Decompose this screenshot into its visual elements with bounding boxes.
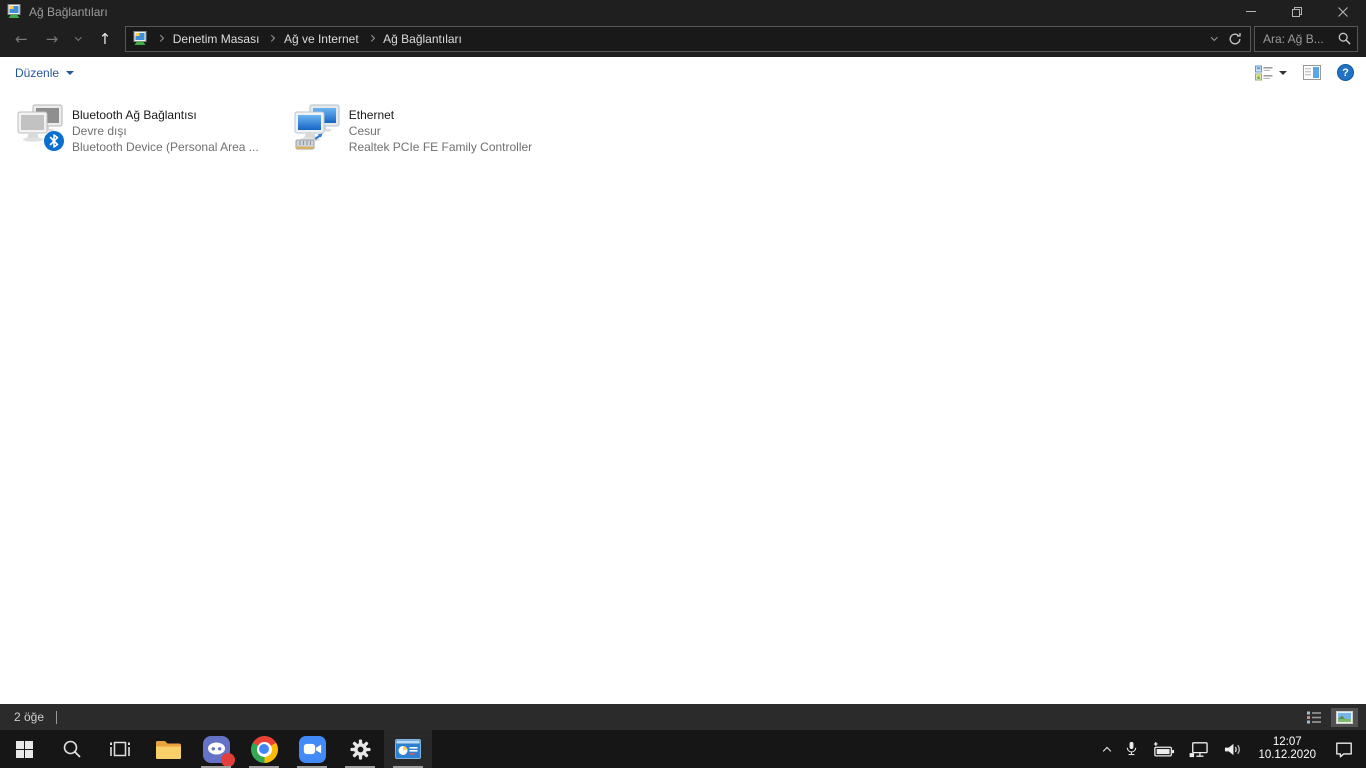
network-tray-button[interactable] [1182,730,1216,768]
action-center-button[interactable] [1325,730,1366,768]
connection-device: Realtek PCIe FE Family Controller [348,140,533,154]
zoom-camera-icon [298,735,326,763]
windows-logo-icon [15,740,33,758]
breadcrumb-separator-icon [263,35,280,42]
clock-date: 10.12.2020 [1258,749,1316,761]
search-icon[interactable] [1338,32,1351,45]
chevron-down-icon [66,70,75,75]
change-view-icon [1255,65,1273,80]
breadcrumb-separator-icon [363,35,380,42]
preview-pane-button[interactable] [1303,65,1321,80]
address-bar[interactable]: Denetim Masası Ağ ve Internet Ağ Bağlant… [125,25,1251,52]
zoom-button[interactable] [288,730,336,768]
ethernet-connection-icon [294,104,340,150]
recent-locations-button[interactable] [67,33,90,41]
microphone-tray-button[interactable] [1117,730,1146,768]
help-icon: ? [1342,66,1349,79]
window-title: Ağ Bağlantıları [29,4,108,19]
discord-button[interactable] [192,730,240,768]
search-icon [63,740,81,758]
tray-expand-button[interactable] [1097,730,1117,768]
chevron-up-icon [1103,746,1112,756]
connection-tile-ethernet[interactable]: Ethernet Cesur Realtek PCIe FE Family Co… [293,101,532,155]
help-button[interactable]: ? [1337,64,1354,81]
volume-tray-button[interactable] [1216,730,1249,768]
battery-charging-icon [1154,741,1175,757]
details-view-icon [1307,711,1321,723]
connection-name: Ethernet [348,108,395,122]
refresh-icon [1229,32,1241,44]
taskbar: 12:07 10.12.2020 [0,730,1366,768]
chrome-icon [250,735,278,763]
connection-status: Devre dışı [72,124,127,138]
network-connections-icon [7,3,21,18]
speaker-icon [1225,743,1241,755]
navigation-bar: ← → ↑ Denetim Masası Ağ ve Internet Ağ B… [0,23,1366,57]
connection-name: Bluetooth Ağ Bağlantısı [72,108,197,122]
task-view-icon [110,741,130,757]
restore-button[interactable] [1274,0,1320,23]
network-connections-button[interactable] [384,730,432,768]
command-bar: Düzenle ? [0,57,1366,88]
preview-pane-icon [1303,65,1321,80]
search-box[interactable] [1254,25,1358,52]
tiles-view-icon [1336,710,1353,724]
breadcrumb-separator-icon [152,35,169,42]
ethernet-network-icon [1190,741,1209,757]
close-icon [1338,6,1348,17]
restore-icon [1292,6,1302,17]
minimize-icon [1246,11,1256,12]
chevron-down-icon [1279,70,1287,75]
breadcrumb-network-internet[interactable]: Ağ ve Internet [280,30,363,48]
chevron-down-icon [75,33,82,41]
address-dropdown-button[interactable] [1204,33,1225,41]
connection-tile-bluetooth[interactable]: Bluetooth Ağ Bağlantısı Devre dışı Bluet… [16,101,259,155]
clock-time: 12:07 [1272,735,1302,748]
status-separator [56,710,58,724]
item-count: 2 öğe [14,710,45,724]
file-explorer-button[interactable] [144,730,192,768]
action-center-icon [1336,742,1352,758]
chrome-button[interactable] [240,730,288,768]
refresh-button[interactable] [1224,32,1250,46]
microphone-icon [1127,741,1137,756]
title-bar: Ağ Bağlantıları [0,0,1366,23]
gear-icon [349,738,371,760]
tiles-view-button[interactable] [1331,707,1358,727]
organize-menu-label: Düzenle [15,65,60,80]
breadcrumb-network-connections[interactable]: Ağ Bağlantıları [379,30,466,48]
taskbar-search-button[interactable] [48,730,96,768]
change-view-button[interactable] [1255,65,1287,81]
discord-icon [202,735,235,767]
bluetooth-connection-icon [17,104,64,151]
network-connections-window-icon [395,739,421,759]
breadcrumb-control-panel[interactable]: Denetim Masası [169,30,264,48]
file-list: Bluetooth Ağ Bağlantısı Devre dışı Bluet… [0,88,1366,704]
details-view-button[interactable] [1301,708,1327,727]
battery-tray-button[interactable] [1146,730,1182,768]
network-connections-icon [133,30,147,45]
task-view-button[interactable] [96,730,144,768]
search-input[interactable] [1255,31,1338,46]
start-button[interactable] [0,730,48,768]
forward-button[interactable]: → [37,30,68,48]
minimize-button[interactable] [1228,0,1274,23]
folder-icon [156,740,181,759]
connection-device: Bluetooth Device (Personal Area ... [72,140,259,154]
status-bar: 2 öğe [0,704,1366,730]
back-button[interactable]: ← [6,30,37,48]
close-button[interactable] [1320,0,1366,23]
up-button[interactable]: ↑ [90,30,121,48]
settings-button[interactable] [336,730,384,768]
notification-badge [220,752,235,767]
organize-menu-button[interactable]: Düzenle [15,65,75,80]
clock[interactable]: 12:07 10.12.2020 [1249,736,1325,763]
connection-status: Cesur [348,124,381,138]
